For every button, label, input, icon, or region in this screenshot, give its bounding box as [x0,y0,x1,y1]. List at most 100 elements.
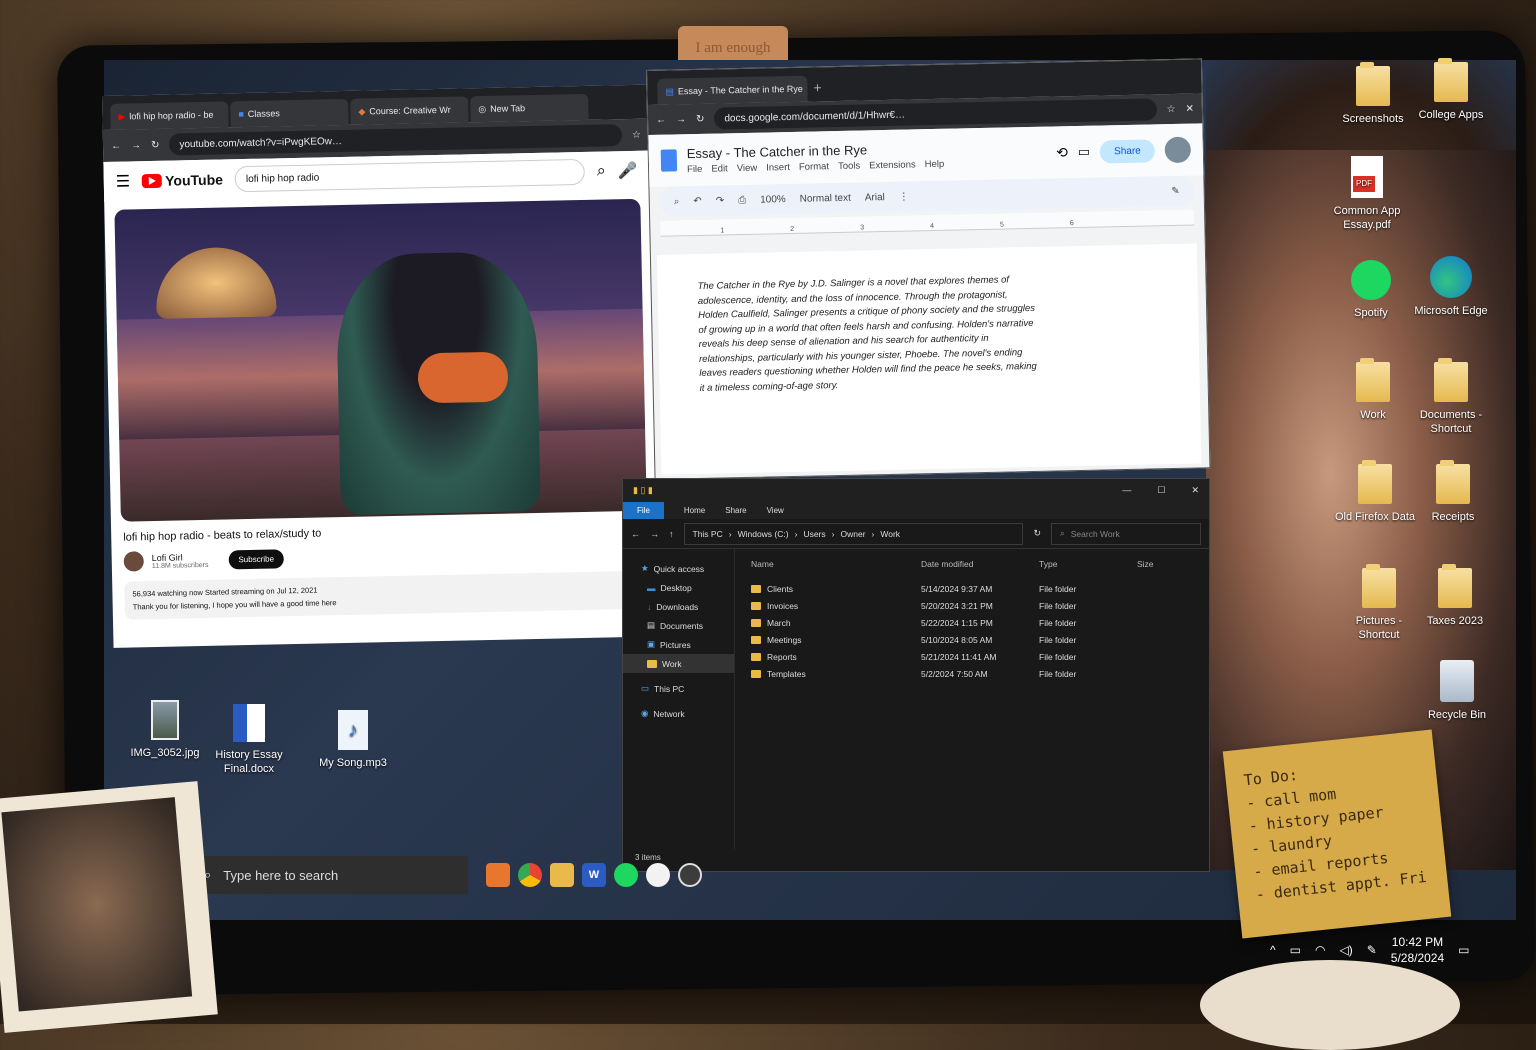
file-row[interactable]: Invoices 5/20/2024 3:21 PM File folder [735,597,1209,614]
nav-desktop[interactable]: ▬ Desktop [623,578,734,597]
column-size[interactable]: Size [1137,559,1197,569]
nav-documents[interactable]: ▤ Documents [623,616,734,635]
menu-format[interactable]: Format [799,161,829,173]
taskbar-search-input[interactable]: ⌕ Type here to search [190,856,468,894]
search-icon[interactable]: ⌕ [674,196,680,207]
ribbon-home-tab[interactable]: Home [684,506,705,515]
tab-new-tab[interactable]: ◎ New Tab [470,93,589,123]
nav-work[interactable]: Work [623,654,734,673]
history-icon[interactable]: ⟲ [1056,144,1068,161]
close-icon[interactable]: ✕ [1191,485,1199,496]
chevron-up-icon[interactable]: ^ [1270,943,1276,957]
breadcrumb[interactable]: This PC › Windows (C:) › Users › Owner › Wor… [683,522,1024,545]
back-icon[interactable]: ← [111,140,121,151]
ribbon-file-tab[interactable]: File [623,501,664,519]
file-explorer-icon[interactable] [550,863,574,887]
desktop-icon-old-firefox-data[interactable]: Old Firefox Data [1330,460,1420,524]
desktop-icon-my-song[interactable]: ♪ My Song.mp3 [308,710,398,770]
account-avatar[interactable] [1164,136,1192,164]
menu-extensions[interactable]: Extensions [869,159,916,171]
tab-course[interactable]: ◆ Course: Creative Wr [350,96,469,125]
desktop-icon-edge[interactable]: Microsoft Edge [1406,256,1496,318]
column-type[interactable]: Type [1039,559,1137,569]
forward-icon[interactable]: → [650,529,659,539]
crumb-work[interactable]: Work [880,529,900,539]
tab-classes[interactable]: ■ Classes [230,98,349,128]
file-row[interactable]: Templates 5/2/2024 7:50 AM File folder [735,665,1209,682]
bookmark-star-icon[interactable]: ☆ [632,129,641,140]
crumb-windows-c[interactable]: Windows (C:) [738,529,789,539]
search-icon[interactable]: ⌕ [597,162,606,180]
menu-edit[interactable]: Edit [711,163,728,174]
minimize-icon[interactable]: — [1122,485,1131,496]
file-row[interactable]: Reports 5/21/2024 11:41 AM File folder [735,648,1209,665]
forward-icon[interactable]: → [131,140,141,151]
reload-icon[interactable]: ↻ [151,139,160,150]
style-select[interactable]: Normal text [800,192,851,204]
address-bar[interactable]: youtube.com/watch?v=iPwgKEOw… [169,124,623,156]
nav-this-pc[interactable]: ▭ This PC [623,679,734,698]
document-body[interactable]: The Catcher in the Rye by J.D. Salinger … [697,273,1039,396]
clock[interactable]: 10:42 PM 5/28/2024 [1391,934,1444,966]
obs-icon[interactable] [678,863,702,887]
chrome-profile-icon[interactable] [646,863,670,887]
file-row[interactable]: March 5/22/2024 1:15 PM File folder [735,614,1209,631]
video-description[interactable]: 56,934 watching now Started streaming on… [124,570,647,620]
menu-icon[interactable]: ☰ [116,171,131,191]
video-player[interactable] [114,198,647,522]
up-icon[interactable]: ↑ [669,529,674,539]
forward-icon[interactable]: → [676,114,686,125]
wifi-icon[interactable]: ◠ [1315,943,1325,957]
spotify-icon[interactable] [614,863,638,887]
reload-icon[interactable]: ↻ [696,113,705,124]
menu-help[interactable]: Help [925,158,945,169]
subscribe-button[interactable]: Subscribe [228,548,285,569]
maximize-icon[interactable]: ☐ [1157,485,1165,496]
youtube-logo[interactable]: YouTube [141,171,223,189]
desktop-icon-taxes-2023[interactable]: Taxes 2023 [1410,564,1500,628]
desktop-icon-screenshots[interactable]: Screenshots [1328,62,1418,126]
notification-icon[interactable]: ▭ [1458,943,1469,957]
back-icon[interactable]: ← [656,114,666,125]
crumb-users[interactable]: Users [803,529,825,539]
desktop-icon-recycle-bin[interactable]: Recycle Bin [1412,660,1502,722]
desktop-icon-documents-shortcut[interactable]: Documents - Shortcut [1406,358,1496,436]
more-icon[interactable]: ⋮ [899,191,909,202]
refresh-icon[interactable]: ↻ [1033,528,1041,539]
volume-icon[interactable]: ◁) [1339,943,1352,957]
microphone-icon[interactable]: 🎤 [618,161,638,181]
youtube-search-input[interactable]: lofi hip hop radio [234,158,586,193]
column-name[interactable]: Name [735,559,921,569]
desktop-icon-img-3052[interactable]: IMG_3052.jpg [120,700,210,760]
desktop-icon-spotify[interactable]: Spotify [1326,260,1416,320]
new-tab-icon[interactable]: + [813,79,822,101]
chrome-icon[interactable] [518,863,542,887]
zoom-select[interactable]: 100% [760,194,786,206]
font-select[interactable]: Arial [865,192,885,203]
edit-mode-icon[interactable]: ✎ [1171,185,1180,196]
channel-avatar[interactable] [123,551,144,572]
explorer-search-input[interactable]: ⌕ Search Work [1051,522,1201,545]
ribbon-share-tab[interactable]: Share [725,506,746,515]
desktop-icon-receipts[interactable]: Receipts [1408,460,1498,524]
close-icon[interactable]: ✕ [1185,103,1194,114]
tab-essay[interactable]: ▤ Essay - The Catcher in the Rye [657,75,808,105]
nav-downloads[interactable]: ↓ Downloads [623,597,734,616]
crumb-owner[interactable]: Owner [840,529,865,539]
menu-file[interactable]: File [687,163,703,174]
back-icon[interactable]: ← [631,529,640,539]
google-docs-icon[interactable] [660,149,678,172]
document-page[interactable]: The Catcher in the Rye by J.D. Salinger … [656,243,1202,475]
menu-tools[interactable]: Tools [838,160,860,171]
print-icon[interactable]: ⎙ [738,194,746,205]
share-button[interactable]: Share [1099,138,1156,164]
pen-icon[interactable]: ✎ [1367,943,1377,957]
word-icon[interactable]: W [582,863,606,887]
desktop-icon-work[interactable]: Work [1328,358,1418,422]
undo-icon[interactable]: ↶ [693,195,702,206]
redo-icon[interactable]: ↷ [716,195,725,206]
menu-view[interactable]: View [737,162,758,173]
nav-network[interactable]: ◉ Network [623,704,734,723]
desktop-icon-common-app-essay[interactable]: PDF Common App Essay.pdf [1322,156,1412,232]
nav-quick-access[interactable]: ★ Quick access [623,559,734,578]
